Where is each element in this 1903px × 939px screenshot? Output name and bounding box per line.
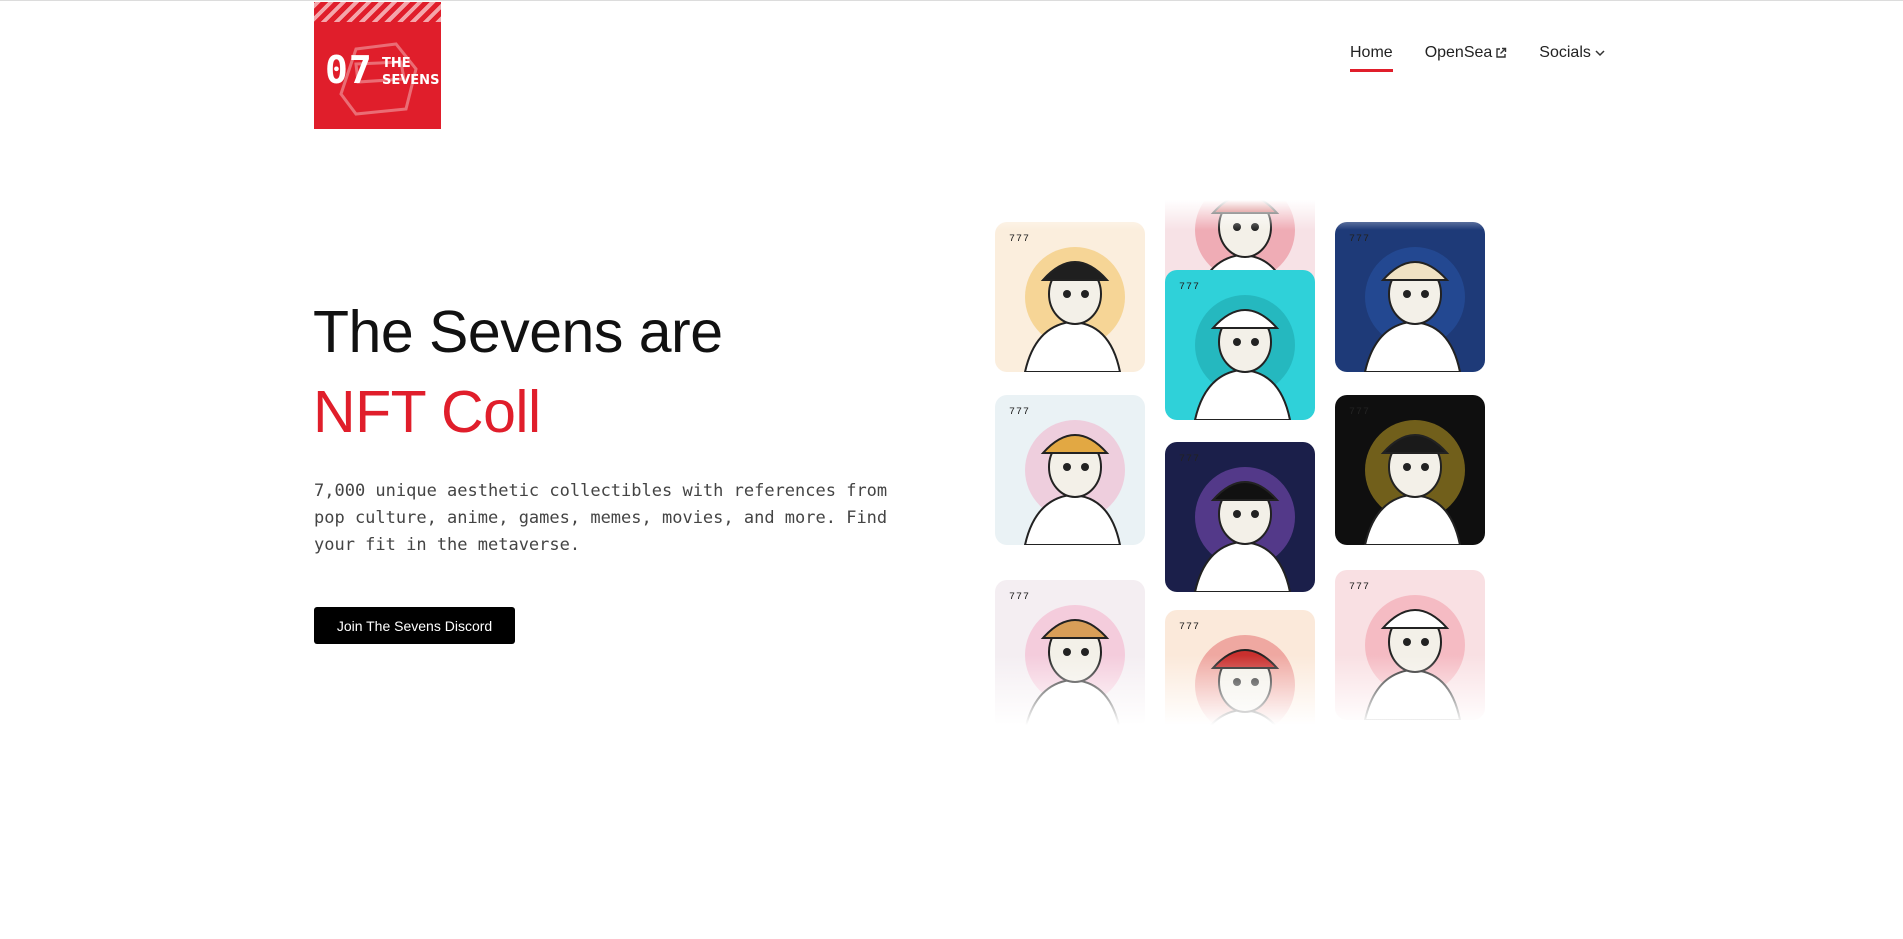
hero-description: 7,000 unique aesthetic collectibles with… — [314, 481, 888, 555]
nft-card[interactable]: 777 — [995, 395, 1145, 545]
top-border — [0, 0, 1903, 1]
nav-home[interactable]: Home — [1350, 42, 1393, 72]
main-nav: Home OpenSea Socials — [1350, 42, 1606, 72]
nav-socials-label: Socials — [1539, 44, 1591, 61]
nft-card-tag: 777 — [1349, 582, 1371, 593]
nft-card-tag: 777 — [1009, 592, 1031, 603]
nft-card-tag: 777 — [1009, 234, 1031, 245]
nft-card-tag: 777 — [1349, 234, 1371, 245]
external-link-icon — [1496, 47, 1507, 58]
site-logo[interactable]: 07 THE SEVENS — [314, 2, 441, 129]
nft-card[interactable]: 777 — [1165, 442, 1315, 592]
join-discord-button[interactable]: Join The Sevens Discord — [314, 607, 515, 644]
nav-socials[interactable]: Socials — [1539, 42, 1606, 64]
nft-gallery: 777777777777777777777777777777 — [995, 200, 1485, 725]
logo-stripes — [314, 2, 441, 22]
nft-card[interactable]: 777 — [1165, 270, 1315, 420]
logo-line-2: SEVENS — [382, 73, 440, 88]
hero-title: The Sevens are — [313, 299, 723, 365]
nft-card-tag: 777 — [1009, 407, 1031, 418]
logo-name: THE SEVENS — [382, 55, 441, 89]
nft-card[interactable]: 777 — [995, 222, 1145, 372]
nft-card-tag: 777 — [1179, 622, 1201, 633]
logo-line-1: THE — [382, 56, 411, 71]
gallery-fade-top — [995, 200, 1485, 230]
nft-card[interactable]: 777 — [1335, 222, 1485, 372]
gallery-fade-bottom — [995, 655, 1485, 725]
nav-opensea-label: OpenSea — [1424, 44, 1493, 61]
hero-title-typed: NFT Coll — [313, 379, 541, 445]
nav-opensea[interactable]: OpenSea — [1425, 42, 1508, 64]
nft-card-tag: 777 — [1179, 454, 1201, 465]
nft-card-tag: 777 — [1349, 407, 1371, 418]
logo-number: 07 — [325, 48, 373, 92]
nft-card[interactable]: 777 — [1335, 395, 1485, 545]
nav-home-label: Home — [1350, 44, 1393, 61]
nft-card-tag: 777 — [1179, 282, 1201, 293]
chevron-down-icon — [1595, 50, 1605, 57]
